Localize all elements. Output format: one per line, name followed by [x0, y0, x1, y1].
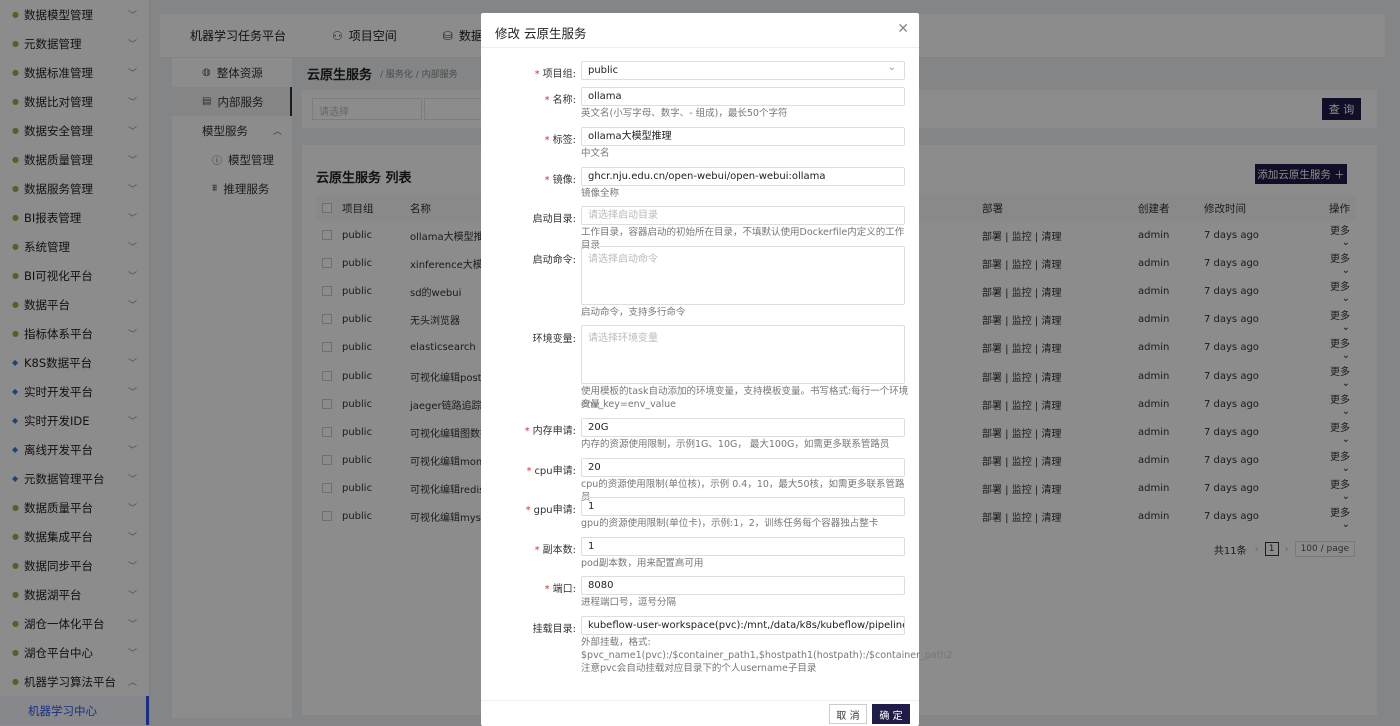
cpu-input[interactable]: 20 — [581, 458, 905, 477]
gpu-input[interactable]: 1 — [581, 497, 905, 516]
field-help: $pvc_name1(pvc):/$container_path1,$hostp… — [581, 650, 953, 661]
port-input[interactable]: 8080 — [581, 576, 905, 595]
field-label: * 名称: — [544, 95, 576, 106]
field-label: * gpu申请: — [525, 505, 576, 516]
field-label: 环境变量: — [532, 334, 576, 345]
field-label: * 内存申请: — [524, 426, 576, 437]
field-help: 注意pvc会自动挂载对应目录下的个人username子目录 — [581, 663, 817, 674]
name-input[interactable]: ollama — [581, 87, 905, 106]
command-textarea[interactable]: 请选择启动命令 — [581, 246, 905, 305]
field-help: 镜像全称 — [581, 188, 620, 199]
field-label: * cpu申请: — [526, 466, 576, 477]
field-help: 内存的资源使用限制，示例1G、10G， 最大100G，如需更多联系管路员 — [581, 439, 890, 450]
modal-title: 修改 云原生服务 — [495, 26, 587, 41]
replicas-input[interactable]: 1 — [581, 537, 905, 556]
field-help: 英文名(小写字母、数字、- 组成)，最长50个字符 — [581, 108, 788, 119]
field-help: 进程端口号，逗号分隔 — [581, 597, 677, 608]
field-label: * 项目组: — [534, 69, 576, 80]
field-label: * 端口: — [544, 584, 576, 595]
mounts-input[interactable]: kubeflow-user-workspace(pvc):/mnt,/data/… — [581, 616, 905, 635]
field-help: gpu的资源使用限制(单位卡)，示例:1，2，训练任务每个容器独占整卡 — [581, 518, 879, 529]
field-help: env_key=env_value — [581, 399, 677, 410]
field-label: 启动命令: — [532, 255, 576, 266]
field-help: 启动命令，支持多行命令 — [581, 307, 686, 318]
field-help: 中文名 — [581, 148, 610, 159]
divider — [481, 47, 919, 48]
edit-service-modal: 修改 云原生服务 ✕ *项目组: public *名称: ollama 英文名(… — [481, 13, 953, 726]
close-icon[interactable]: ✕ — [897, 21, 909, 37]
tag-input[interactable]: ollama大模型推理 — [581, 127, 905, 146]
field-label: * 标签: — [544, 135, 576, 146]
field-label: 启动目录: — [532, 214, 576, 225]
confirm-button[interactable]: 确 定 — [872, 704, 910, 724]
memory-input[interactable]: 20G — [581, 418, 905, 437]
field-label: * 镜像: — [544, 175, 576, 186]
image-input[interactable]: ghcr.nju.edu.cn/open-webui/open-webui:ol… — [581, 167, 905, 186]
field-help: pod副本数，用来配置高可用 — [581, 558, 704, 569]
cancel-button[interactable]: 取 消 — [829, 704, 867, 724]
workdir-input[interactable]: 请选择启动目录 — [581, 206, 905, 225]
project-select[interactable]: public — [581, 61, 905, 80]
field-label: * 副本数: — [534, 545, 576, 556]
modal-footer-divider — [481, 700, 919, 701]
env-textarea[interactable]: 请选择环境变量 — [581, 325, 905, 384]
field-help: 外部挂载，格式: — [581, 637, 651, 648]
field-label: 挂载目录: — [532, 624, 576, 635]
